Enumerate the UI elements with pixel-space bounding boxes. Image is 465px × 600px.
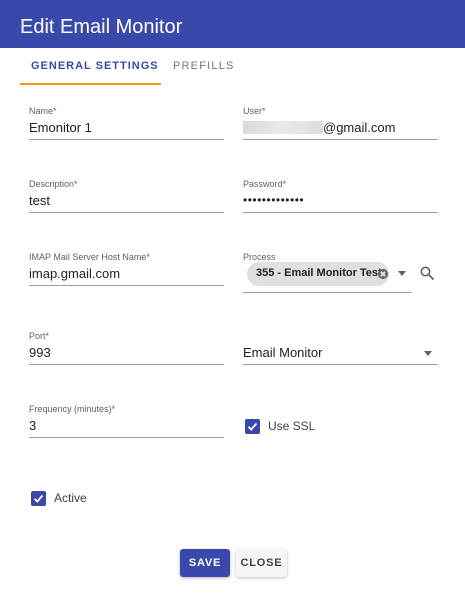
password-label: Password* (243, 179, 287, 189)
active-label[interactable]: Active (54, 491, 87, 505)
process-dropdown-caret-icon[interactable] (398, 271, 406, 276)
frequency-underline (29, 437, 224, 438)
tab-general-settings[interactable]: GENERAL SETTINGS (31, 60, 159, 72)
name-underline (29, 139, 224, 140)
user-underline (243, 139, 438, 140)
chip-remove-icon[interactable] (378, 269, 388, 279)
user-input[interactable]: @gmail.com (243, 120, 395, 135)
checkmark-icon (247, 422, 258, 431)
process-chip-label: 355 - Email Monitor Test (256, 267, 382, 279)
port-label: Port* (29, 331, 50, 341)
process-chip[interactable]: 355 - Email Monitor Test (247, 262, 389, 286)
description-input[interactable]: test (29, 193, 50, 208)
process-label: Process (243, 252, 276, 262)
name-label: Name* (29, 106, 57, 116)
process-underline (243, 292, 412, 293)
description-underline (29, 212, 224, 213)
frequency-label: Frequency (minutes)* (29, 404, 116, 414)
port-input[interactable]: 993 (29, 345, 51, 360)
user-domain: @gmail.com (323, 120, 396, 135)
imap-host-underline (29, 285, 224, 286)
monitor-type-value: Email Monitor (243, 345, 323, 360)
redacted-username (243, 121, 323, 134)
port-underline (29, 364, 224, 365)
password-input[interactable]: ••••••••••••• (243, 193, 304, 207)
imap-host-input[interactable]: imap.gmail.com (29, 266, 120, 281)
dialog-header: Edit Email Monitor (0, 0, 465, 48)
monitor-type-caret-icon (424, 351, 432, 356)
dialog-title: Edit Email Monitor (20, 16, 183, 38)
password-underline (243, 212, 438, 213)
frequency-input[interactable]: 3 (29, 418, 36, 433)
monitor-type-underline (243, 364, 438, 365)
use-ssl-checkbox[interactable] (245, 419, 260, 434)
name-input[interactable]: Emonitor 1 (29, 120, 92, 135)
tab-prefills[interactable]: PREFILLS (173, 60, 235, 72)
imap-host-label: IMAP Mail Server Host Name* (29, 252, 150, 262)
active-checkbox[interactable] (31, 491, 46, 506)
active-tab-indicator (20, 83, 161, 85)
checkmark-icon (33, 494, 44, 503)
user-label: User* (243, 106, 266, 116)
search-icon[interactable] (420, 266, 434, 280)
save-button[interactable]: SAVE (180, 549, 230, 577)
tab-bar: GENERAL SETTINGS PREFILLS (0, 48, 465, 86)
close-button[interactable]: CLOSE (236, 549, 287, 577)
description-label: Description* (29, 179, 78, 189)
use-ssl-label[interactable]: Use SSL (268, 419, 315, 433)
